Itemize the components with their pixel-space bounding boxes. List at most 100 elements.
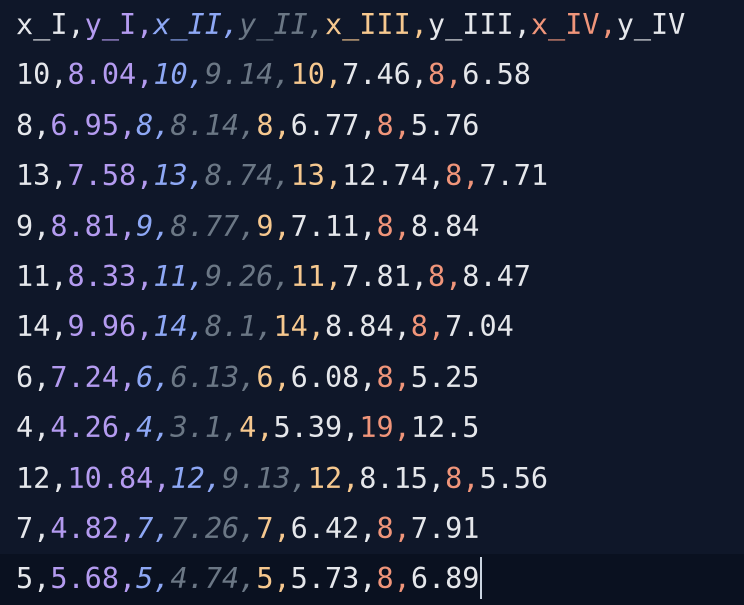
csv-cell: 6 — [136, 360, 154, 394]
csv-cell: 7.24 — [50, 360, 119, 394]
csv-delimiter: , — [393, 562, 411, 596]
csv-cell: 6.13 — [170, 360, 240, 394]
column-header: y_I — [84, 8, 137, 41]
csv-delimiter: , — [136, 159, 154, 193]
csv-cell: 8 — [445, 461, 463, 495]
csv-data-line[interactable]: 14,9.96,14,8.1,14,8.84,8,7.04 — [0, 302, 744, 352]
csv-cell: 7.26 — [170, 511, 240, 545]
csv-delimiter: , — [324, 58, 343, 92]
csv-cell: 8 — [427, 259, 446, 293]
csv-data-line[interactable]: 12,10.84,12,9.13,12,8.15,8,5.56 — [0, 454, 744, 504]
csv-delimiter: , — [462, 159, 480, 193]
csv-delimiter: , — [427, 159, 446, 193]
csv-header-line[interactable]: x_I,y_I,x_II,y_II,x_III,y_III,x_IV,y_IV — [0, 0, 744, 50]
csv-delimiter: , — [67, 8, 85, 41]
csv-cell: 7 — [16, 511, 34, 545]
csv-delimiter: , — [33, 562, 51, 596]
csv-delimiter: , — [462, 461, 480, 495]
csv-delimiter: , — [359, 562, 377, 596]
csv-delimiter: , — [393, 511, 411, 545]
csv-cell: 3.1 — [170, 411, 222, 445]
csv-delimiter: , — [50, 159, 68, 193]
csv-delimiter: , — [33, 108, 51, 142]
csv-cell: 8 — [376, 108, 394, 142]
csv-delimiter: , — [153, 209, 171, 243]
csv-cell: 5.73 — [290, 562, 360, 596]
csv-cell: 5.76 — [410, 108, 480, 142]
csv-delimiter: , — [393, 360, 411, 394]
csv-delimiter: , — [118, 209, 137, 243]
csv-delimiter: , — [359, 108, 377, 142]
csv-cell: 5.39 — [273, 411, 343, 445]
csv-cell: 14 — [273, 310, 308, 344]
csv-cell: 7.71 — [479, 159, 549, 193]
csv-delimiter: , — [136, 58, 154, 92]
csv-delimiter: , — [273, 562, 291, 596]
csv-cell: 6 — [256, 360, 274, 394]
csv-cell: 8.84 — [410, 209, 480, 243]
csv-cell: 14 — [16, 310, 51, 344]
csv-cell: 5 — [16, 562, 34, 596]
csv-delimiter: , — [33, 209, 51, 243]
csv-cell: 8 — [16, 108, 34, 142]
csv-delimiter: , — [50, 58, 68, 92]
csv-cell: 11 — [290, 259, 325, 293]
csv-editor[interactable]: x_I,y_I,x_II,y_II,x_III,y_III,x_IV,y_IV 1… — [0, 0, 744, 605]
csv-cell: 9.13 — [221, 461, 291, 495]
csv-cell: 9.96 — [67, 310, 137, 344]
csv-delimiter: , — [118, 411, 137, 445]
csv-cell: 4 — [16, 411, 34, 445]
csv-cell: 4.74 — [170, 562, 240, 596]
csv-delimiter: , — [239, 360, 257, 394]
csv-data-line[interactable]: 11,8.33,11,9.26,11,7.81,8,8.47 — [0, 252, 744, 302]
csv-delimiter: , — [136, 259, 154, 293]
csv-data-line[interactable]: 7,4.82,7,7.26,7,6.42,8,7.91 — [0, 504, 744, 554]
csv-delimiter: , — [50, 310, 68, 344]
csv-cell: 11 — [16, 259, 51, 293]
csv-delimiter: , — [273, 360, 291, 394]
csv-delimiter: , — [273, 108, 291, 142]
csv-data-line[interactable]: 5,5.68,5,4.74,5,5.73,8,6.89 — [0, 554, 744, 605]
csv-delimiter: , — [239, 108, 257, 142]
csv-delimiter: , — [50, 259, 68, 293]
csv-delimiter: , — [427, 310, 446, 344]
csv-cell: 7.46 — [342, 58, 411, 92]
csv-delimiter: , — [307, 310, 325, 344]
csv-cell: 4.26 — [50, 411, 119, 445]
csv-data-line[interactable]: 9,8.81,9,8.77,9,7.11,8,8.84 — [0, 202, 744, 252]
csv-data-line[interactable]: 8,6.95,8,8.14,8,6.77,8,5.76 — [0, 101, 744, 151]
csv-delimiter: , — [153, 411, 171, 445]
csv-delimiter: , — [187, 58, 205, 92]
csv-delimiter: , — [239, 511, 257, 545]
csv-delimiter: , — [204, 461, 222, 495]
csv-cell: 8.47 — [462, 259, 531, 293]
csv-cell: 7 — [256, 511, 274, 545]
csv-cell: 8 — [445, 159, 463, 193]
csv-cell: 12.5 — [410, 411, 480, 445]
csv-cell: 8.74 — [204, 159, 274, 193]
csv-delimiter: , — [187, 259, 205, 293]
csv-delimiter: , — [445, 58, 463, 92]
csv-cell: 8.14 — [170, 108, 240, 142]
column-header: y_IV — [616, 8, 686, 41]
csv-delimiter: , — [290, 461, 308, 495]
csv-cell: 9 — [136, 209, 154, 243]
csv-cell: 9 — [256, 209, 274, 243]
csv-delimiter: , — [187, 159, 205, 193]
csv-delimiter: , — [136, 8, 154, 41]
csv-cell: 7.58 — [67, 159, 137, 193]
csv-data-line[interactable]: 13,7.58,13,8.74,13,12.74,8,7.71 — [0, 151, 744, 201]
csv-cell: 6.89 — [410, 562, 480, 596]
csv-data-line[interactable]: 6,7.24,6,6.13,6,6.08,8,5.25 — [0, 353, 744, 403]
csv-cell: 12.74 — [342, 159, 428, 193]
csv-delimiter: , — [118, 562, 137, 596]
csv-cell: 19 — [359, 411, 394, 445]
csv-data-line[interactable]: 4,4.26,4,3.1,4,5.39,19,12.5 — [0, 403, 744, 453]
csv-data-line[interactable]: 10,8.04,10,9.14,10,7.46,8,6.58 — [0, 50, 744, 100]
csv-cell: 8 — [427, 58, 446, 92]
csv-cell: 7.81 — [342, 259, 411, 293]
csv-cell: 10 — [153, 58, 188, 92]
csv-cell: 8.15 — [359, 461, 428, 495]
csv-delimiter: , — [427, 461, 446, 495]
column-header: y_III — [427, 8, 514, 41]
